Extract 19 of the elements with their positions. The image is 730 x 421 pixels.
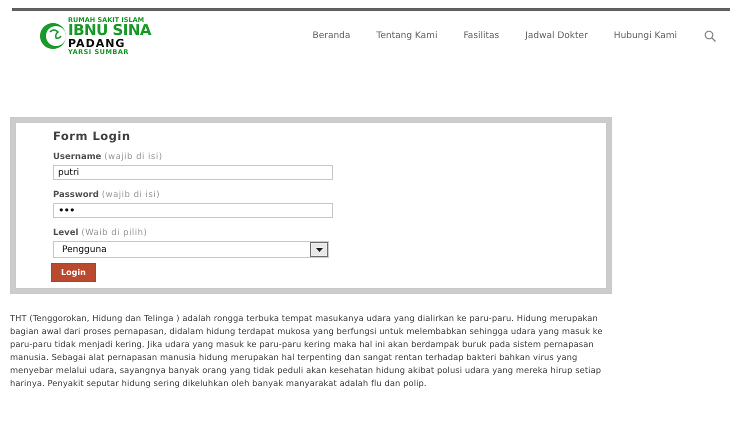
caret-icon: [316, 248, 322, 252]
logo-text: PADANG: [68, 38, 126, 49]
nav-link[interactable]: Beranda: [300, 31, 364, 41]
field-label: Password (wajib di isi): [53, 190, 162, 200]
field-label: Level (Waib di pilih): [53, 228, 148, 238]
login-button[interactable]: Login: [51, 263, 96, 282]
form-title: Form Login: [53, 129, 131, 143]
level-dropdown[interactable]: Pengguna: [53, 241, 329, 258]
crescent-logo-icon: [40, 22, 66, 50]
username-field[interactable]: putri: [53, 165, 333, 180]
password-field[interactable]: •••: [53, 203, 333, 218]
article-paragraph: THT (Tenggorokan, Hidung dan Telinga ) adalah rongga terbuka tempat masukanya udara yang dialirkan ke paru-paru. Hidung merupakan bagian awal dari proses pernapasan, didalam hidung terdapat mukosa yang berfungsi untuk melembabkan sehingga udara yang masuk ke paru-paru tidak menjadi kering. Jika udara yang masuk ke paru-paru kering maka hal ini akan berdampak buruk pada sistem pernapasan manusia. Sebagai alat pernapasan manusia hidung merupakan hal terpenting dan sangat rentan terhadap bakteri bahkan virus yang menyebar melalui udara, sayangnya banyak orang yang tidak peduli akan kesehatan hidung akibat polusi udara yang mereka hirup setiap harinya. Penyakit seputar hidung sering dikeluhkan oleh banyak manyarakat adalah flu dan polip.: [10, 312, 604, 390]
nav-link[interactable]: Jadwal Dokter: [512, 31, 601, 41]
nav-link[interactable]: Tentang Kami: [363, 31, 450, 41]
logo-text: IBNU SINA: [68, 23, 152, 38]
field-label: Username (wajib di isi): [53, 152, 164, 162]
nav-link[interactable]: Hubungi Kami: [600, 31, 690, 41]
nav-link[interactable]: Fasilitas: [450, 31, 512, 41]
search-icon[interactable]: [704, 30, 716, 42]
